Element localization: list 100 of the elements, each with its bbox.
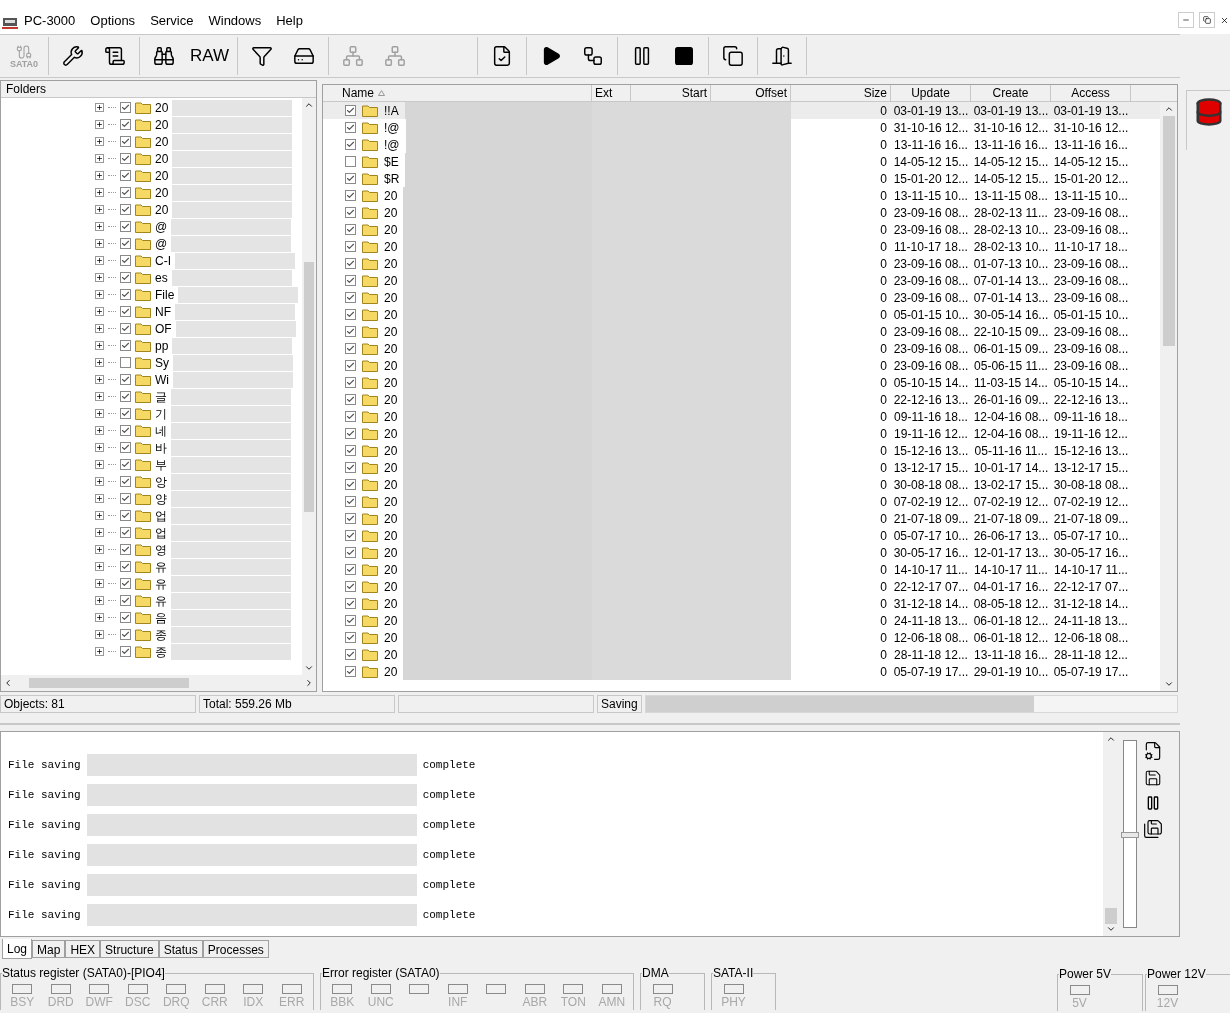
save-all-icon[interactable] [1143,819,1163,839]
column-header[interactable]: Update [891,85,971,101]
checkbox[interactable] [345,462,356,473]
table-row[interactable]: !@ 0 13-11-16 16... 13-11-16 16... 13-11-16 16... [323,136,1160,153]
checkbox[interactable] [120,119,131,130]
expand-toggle[interactable] [95,494,104,503]
scroll-right-icon[interactable] [304,678,314,688]
checkbox[interactable] [120,289,131,300]
folder-name[interactable]: 20 [155,115,169,134]
checkbox[interactable] [120,595,131,606]
table-row[interactable]: 20 0 30-08-18 08... 13-02-17 15... 30-08-18 08... [323,476,1160,493]
table-row[interactable]: 20 0 23-09-16 08... 22-10-15 09... 23-09-16 08... [323,323,1160,340]
menu-item[interactable]: Service [150,10,194,30]
expand-toggle[interactable] [95,562,104,571]
table-row[interactable]: 20 0 05-07-19 17... 29-01-19 10... 05-07-19 17... [323,663,1160,680]
checkbox[interactable] [345,411,356,422]
checkbox[interactable] [345,377,356,388]
folder-name[interactable]: 20 [155,149,169,168]
checkbox[interactable] [345,326,356,337]
expand-toggle[interactable] [95,273,104,282]
scroll-up-icon[interactable] [304,100,314,110]
checkbox[interactable] [345,581,356,592]
table-row[interactable]: 20 0 21-07-18 09... 21-07-18 09... 21-07-18 09... [323,510,1160,527]
expand-toggle[interactable] [95,477,104,486]
scroll-down-icon[interactable] [1163,679,1174,689]
expand-toggle[interactable] [95,222,104,231]
table-row[interactable]: 20 0 22-12-16 13... 26-01-16 09... 22-12-16 13... [323,391,1160,408]
scroll-down-icon[interactable] [1106,924,1116,934]
checkbox[interactable] [345,666,356,677]
expand-toggle[interactable] [95,426,104,435]
table-row[interactable]: 20 0 12-06-18 08... 06-01-18 12... 12-06-18 08... [323,629,1160,646]
checkbox[interactable] [120,238,131,249]
expand-toggle[interactable] [95,205,104,214]
checkbox[interactable] [345,564,356,575]
table-row[interactable]: 20 0 05-01-15 10... 30-05-14 16... 05-01-15 10... [323,306,1160,323]
checkbox[interactable] [345,530,356,541]
folder-name[interactable]: 20 [155,200,169,219]
folder-name[interactable]: 업 [155,523,167,542]
table-row[interactable]: $E 0 14-05-12 15... 14-05-12 15... 14-05-12 15... [323,153,1160,170]
column-header[interactable]: Access [1051,85,1131,101]
scroll-thumb[interactable] [304,261,314,512]
checkbox[interactable] [120,187,131,198]
table-row[interactable]: 20 0 13-12-17 15... 10-01-17 14... 13-12-17 15... [323,459,1160,476]
table-row[interactable]: 20 0 23-09-16 08... 01-07-13 10... 23-09-16 08... [323,255,1160,272]
checkbox[interactable] [120,527,131,538]
table-row[interactable]: 20 0 23-09-16 08... 28-02-13 10... 23-09-16 08... [323,221,1160,238]
expand-toggle[interactable] [95,375,104,384]
checkbox[interactable] [120,510,131,521]
table-row[interactable]: 20 0 23-09-16 08... 07-01-14 13... 23-09-16 08... [323,272,1160,289]
column-header[interactable]: Offset [711,85,791,101]
checkbox[interactable] [120,391,131,402]
checkbox[interactable] [345,139,356,150]
scroll-up-icon[interactable] [1106,734,1116,744]
checkbox[interactable] [345,292,356,303]
table-row[interactable]: 20 0 23-09-16 08... 07-01-14 13... 23-09-16 08... [323,289,1160,306]
table-row[interactable]: 20 0 23-09-16 08... 06-01-15 09... 23-09-16 08... [323,340,1160,357]
expand-toggle[interactable] [95,103,104,112]
checkbox[interactable] [120,340,131,351]
folder-name[interactable]: NF [155,302,171,321]
checkbox[interactable] [345,632,356,643]
folder-name[interactable]: 20 [155,166,169,185]
expand-toggle[interactable] [95,171,104,180]
folder-name[interactable]: 유 [155,591,167,610]
pause-icon[interactable] [1145,795,1161,811]
expand-toggle[interactable] [95,307,104,316]
checkbox[interactable] [345,479,356,490]
checkbox[interactable] [120,153,131,164]
scroll-left-icon[interactable] [3,678,13,688]
menu-item[interactable]: Options [90,10,136,30]
expand-toggle[interactable] [95,545,104,554]
menu-item[interactable]: Help [276,10,303,30]
checkbox[interactable] [120,323,131,334]
checkbox[interactable] [345,428,356,439]
folder-name[interactable]: 부 [155,455,167,474]
table-row[interactable]: !@ 0 31-10-16 12... 31-10-16 12... 31-10-16 12... [323,119,1160,136]
checkbox[interactable] [120,425,131,436]
expand-toggle[interactable] [95,392,104,401]
column-header[interactable]: Name [339,85,592,101]
table-row[interactable]: 20 0 07-02-19 12... 07-02-19 12... 07-02-19 12... [323,493,1160,510]
checkbox[interactable] [345,105,356,116]
expand-toggle[interactable] [95,528,104,537]
tab[interactable]: Processes [202,940,269,958]
expand-toggle[interactable] [95,613,104,622]
expand-toggle[interactable] [95,239,104,248]
folder-name[interactable]: pp [155,336,169,355]
tab[interactable]: Structure [100,940,159,958]
folder-name[interactable]: 종 [155,625,167,644]
checkbox[interactable] [345,156,356,167]
checkbox[interactable] [345,615,356,626]
expand-toggle[interactable] [95,647,104,656]
checkbox[interactable] [345,360,356,371]
column-header[interactable]: Size [791,85,891,101]
checkbox[interactable] [345,309,356,320]
folder-name[interactable]: 앙 [155,472,167,491]
expand-toggle[interactable] [95,341,104,350]
folder-name[interactable]: 글 [155,387,167,406]
app-menu[interactable]: PC-3000 [24,10,76,30]
expand-toggle[interactable] [95,358,104,367]
folder-name[interactable]: @ [155,217,168,236]
expand-toggle[interactable] [95,154,104,163]
